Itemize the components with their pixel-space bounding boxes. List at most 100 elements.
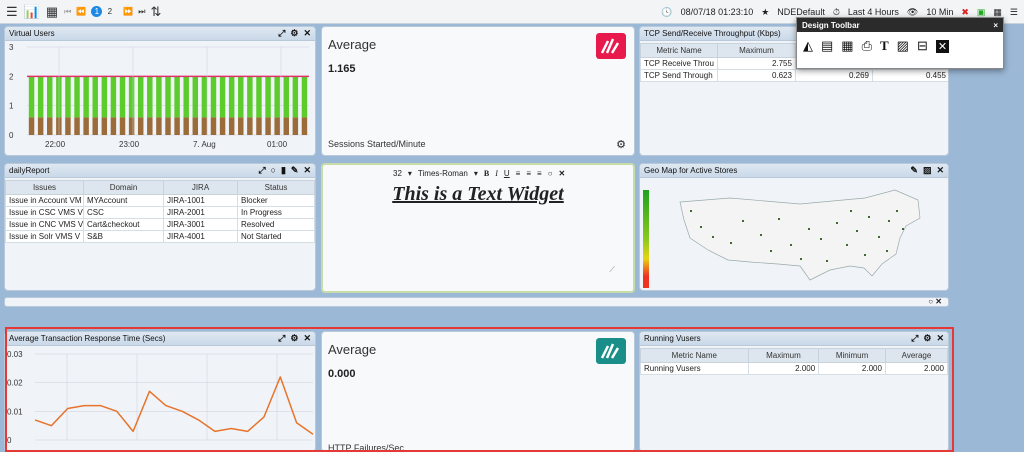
y-tick-label: 3: [9, 43, 14, 52]
edit-icon[interactable]: ✎: [910, 165, 918, 176]
divider-widget-icon[interactable]: ⊟: [917, 38, 928, 54]
image-icon[interactable]: ▨: [923, 165, 932, 176]
bar-segment: [147, 117, 153, 135]
resize-handle-icon[interactable]: ⟋: [609, 265, 615, 275]
bar-segment: [174, 117, 180, 135]
table-row[interactable]: TCP Send Through 0.623 0.269 0.455: [640, 69, 948, 82]
gear-icon[interactable]: ⚙: [923, 333, 931, 344]
gear-icon[interactable]: ⚙: [616, 138, 626, 151]
text-format-bar: 32 ▾ Times-Roman ▾ B I U ≡ ≡ ≡ ○ ✕: [323, 165, 633, 181]
expand-icon[interactable]: ⤢: [911, 333, 918, 344]
table-view-icon[interactable]: ▦: [46, 4, 58, 20]
data-widget-icon[interactable]: ⎙: [862, 38, 872, 54]
table-row[interactable]: Issue in Solr VMS V S&B JIRA-4001 Not St…: [5, 230, 315, 243]
col-jira[interactable]: JIRA: [163, 180, 238, 195]
expand-icon[interactable]: ⤢: [258, 165, 265, 176]
cell: JIRA-2001: [163, 206, 238, 219]
col-domain[interactable]: Domain: [83, 180, 164, 195]
dashboard-widget-icon[interactable]: ▤: [821, 38, 833, 54]
bar-segment: [219, 117, 226, 135]
table-row[interactable]: Running Vusers 2.000 2.000 2.000: [640, 362, 948, 375]
gear-icon[interactable]: ⚙: [290, 28, 298, 39]
refresh-dropdown[interactable]: 10 Min: [926, 7, 953, 17]
cell: 2.755: [716, 57, 796, 70]
profile-dropdown[interactable]: NDEDefault: [777, 7, 825, 17]
align-right-icon[interactable]: ≡: [537, 169, 542, 178]
edit-icon[interactable]: ✎: [291, 165, 299, 176]
avg-transaction-chart: 0.03 0.02 0.01 0: [7, 350, 314, 445]
panel-title: dailyReport: [9, 166, 50, 175]
circle-icon[interactable]: ○: [548, 169, 553, 178]
font-size-select[interactable]: 32: [393, 169, 402, 178]
close-icon[interactable]: ○ ✕: [928, 298, 942, 306]
palette-icon[interactable]: ▣: [977, 7, 986, 18]
refresh-icon[interactable]: ○: [271, 165, 276, 176]
bar-segment: [201, 76, 208, 118]
col-metric-name[interactable]: Metric Name: [640, 43, 718, 58]
text-widget-content[interactable]: This is a Text Widget: [323, 183, 633, 206]
bar-segment: [265, 117, 271, 135]
time-range-dropdown[interactable]: Last 4 Hours: [848, 7, 899, 17]
close-icon[interactable]: ✕: [303, 28, 311, 39]
gear-icon[interactable]: ⚙: [290, 333, 298, 344]
expand-icon[interactable]: ⤢: [278, 333, 285, 344]
col-average[interactable]: Average: [884, 348, 948, 363]
grid-icon[interactable]: ▦: [993, 7, 1002, 18]
italic-icon[interactable]: I: [495, 169, 498, 178]
sort-icon[interactable]: ⇅: [150, 4, 161, 20]
col-minimum[interactable]: Minimum: [818, 348, 886, 363]
us-map[interactable]: [650, 180, 949, 291]
align-center-icon[interactable]: ≡: [526, 169, 531, 178]
bar-segment: [274, 117, 280, 135]
bar-segment: [65, 76, 71, 118]
bar-segment: [192, 76, 199, 118]
table-widget-icon[interactable]: ▦: [841, 38, 853, 54]
first-page-icon[interactable]: ⏮: [64, 7, 71, 17]
file-icon[interactable]: ▮: [281, 165, 286, 176]
close-icon[interactable]: ✕: [936, 333, 944, 344]
dropdown-arrow-icon[interactable]: ▾: [408, 169, 412, 178]
close-icon[interactable]: ✕: [559, 169, 566, 178]
menu-icon[interactable]: ☰: [6, 4, 18, 20]
col-maximum[interactable]: Maximum: [747, 348, 820, 363]
col-status[interactable]: Status: [237, 180, 315, 195]
cell: JIRA-1001: [163, 194, 238, 207]
text-widget-icon[interactable]: T: [880, 38, 889, 54]
underline-icon[interactable]: U: [504, 169, 510, 178]
bar-segment: [137, 76, 144, 118]
star-icon[interactable]: ★: [761, 7, 769, 18]
collapsed-panel[interactable]: ○ ✕: [4, 297, 949, 307]
list-icon[interactable]: ☰: [1010, 7, 1018, 18]
expand-icon[interactable]: ⤢: [278, 28, 285, 39]
table-row[interactable]: Issue in Account VM MYAccount JIRA-1001 …: [5, 194, 315, 207]
cell: S&B: [83, 230, 164, 243]
image-widget-icon[interactable]: ▨: [897, 38, 909, 54]
font-name-select[interactable]: Times-Roman: [418, 169, 468, 178]
table-row[interactable]: Issue in CNC VMS V Cart&checkout JIRA-30…: [5, 218, 315, 231]
col-issues[interactable]: Issues: [5, 180, 84, 195]
bold-icon[interactable]: B: [484, 169, 489, 178]
chart-view-icon[interactable]: 📊: [24, 4, 40, 20]
page-2-button[interactable]: 2: [104, 6, 115, 17]
prev-page-icon[interactable]: ⏪: [76, 7, 86, 16]
close-icon[interactable]: ×: [993, 21, 998, 30]
page-1-button[interactable]: 1: [91, 6, 103, 17]
align-left-icon[interactable]: ≡: [516, 169, 521, 178]
last-page-icon[interactable]: ⏭: [138, 7, 145, 17]
col-maximum[interactable]: Maximum: [716, 43, 796, 58]
average-failures-panel: Average 0.000 HTTP Failures/Sec: [321, 331, 635, 452]
y-tick-label: 0.03: [7, 350, 23, 359]
close-icon[interactable]: ✕: [303, 165, 311, 176]
bar-segment: [292, 117, 299, 135]
close-icon[interactable]: ✕: [936, 165, 944, 176]
next-page-icon[interactable]: ⏩: [123, 7, 133, 16]
close-all-icon[interactable]: ✕: [935, 39, 950, 53]
close-icon[interactable]: ✕: [303, 333, 311, 344]
area-chart-icon[interactable]: ◭: [803, 38, 813, 54]
pin-icon[interactable]: ✖: [961, 7, 969, 18]
bar-segment: [65, 117, 71, 135]
col-metric-name[interactable]: Metric Name: [640, 348, 749, 363]
dropdown-arrow-icon[interactable]: ▾: [474, 169, 478, 178]
x-tick-label: 01:00: [267, 140, 288, 149]
table-row[interactable]: Issue in CSC VMS V CSC JIRA-2001 In Prog…: [5, 206, 315, 219]
